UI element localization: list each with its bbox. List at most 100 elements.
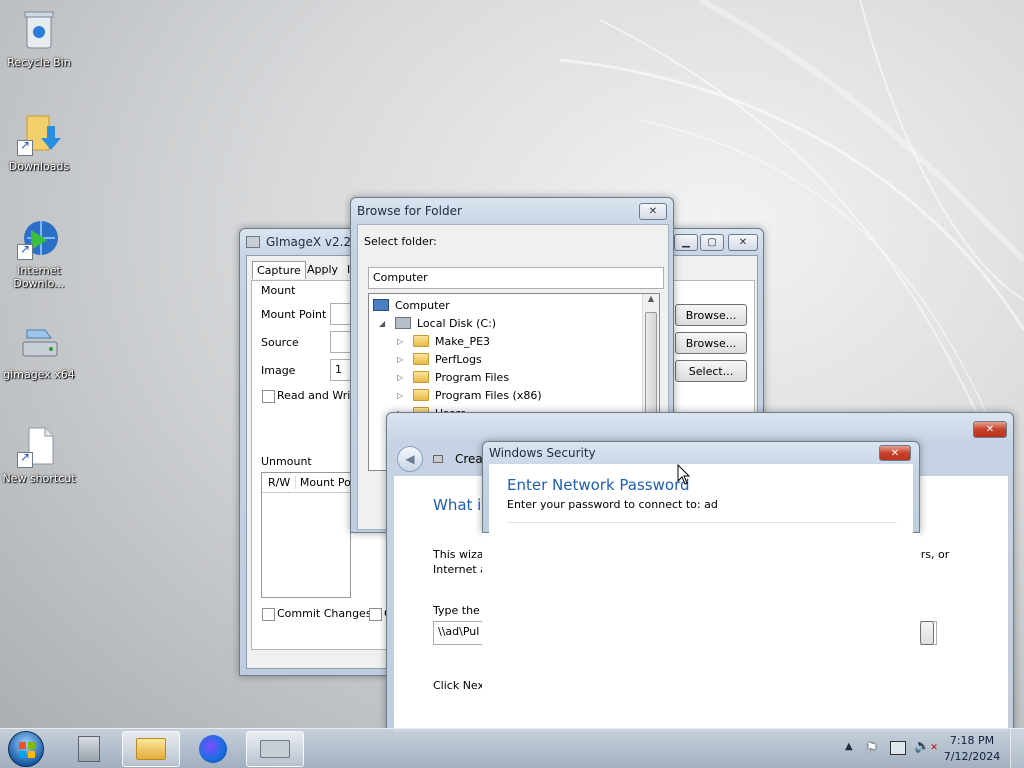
type-the-label: Type the — [433, 604, 480, 617]
column-rw[interactable]: R/W — [262, 476, 296, 489]
desktop-icon-label: gimagex x64 — [3, 368, 75, 381]
security-unrendered-area — [482, 533, 920, 728]
tree-item-label: Program Files — [435, 370, 510, 384]
clock-time: 7:18 PM — [949, 734, 995, 747]
scroll-up-arrow-icon[interactable]: ▲ — [643, 294, 659, 310]
security-heading: Enter Network Password — [507, 476, 690, 494]
dialog-title: Windows Security — [489, 446, 596, 460]
action-center-flag-icon[interactable]: ⚑ — [866, 741, 878, 756]
folder-icon — [413, 371, 429, 383]
security-titlebar[interactable]: Windows Security — [483, 442, 919, 464]
close-icon: ✕ — [890, 447, 900, 459]
window-title: GImageX v2.2.0 — [266, 235, 363, 249]
taskbar-firefox[interactable] — [184, 731, 242, 767]
taskbar-server-manager[interactable] — [60, 731, 118, 767]
wizard-body-line2: Internet a — [433, 563, 487, 576]
start-button[interactable] — [8, 731, 44, 767]
desktop-icon-label: New shortcut — [2, 472, 76, 485]
drive-icon — [395, 317, 411, 329]
folder-path-input[interactable]: Computer — [368, 267, 664, 289]
network-icon[interactable] — [890, 741, 906, 755]
collapsed-arrow-icon[interactable]: ▷ — [397, 391, 407, 400]
shortcut-arrow-icon — [17, 243, 33, 260]
select-image-button[interactable]: Select... — [675, 360, 747, 382]
taskbar: ▲ ⚑ 🔈✕ 7:18 PM 7/12/2024 — [0, 728, 1024, 768]
expanded-arrow-icon[interactable]: ◢ — [379, 319, 389, 328]
image-label: Image — [261, 364, 296, 377]
downloads-folder-icon — [17, 112, 61, 156]
security-body: Enter Network Password Enter your passwo… — [489, 464, 913, 534]
close-button[interactable]: ✕ — [879, 445, 911, 461]
desktop-icon-downloads[interactable]: Downloads — [1, 112, 77, 173]
tree-item-label: PerfLogs — [435, 352, 482, 366]
tab-capture[interactable]: Capture — [252, 261, 306, 279]
close-button[interactable]: ✕ — [973, 421, 1007, 438]
commit-changes-checkbox[interactable] — [262, 608, 275, 621]
taskbar-file-explorer[interactable] — [122, 731, 180, 767]
security-subtext: Enter your password to connect to: ad — [507, 498, 718, 511]
shortcut-arrow-icon — [17, 139, 33, 156]
divider — [507, 522, 897, 523]
tree-item-folder[interactable]: ▷ Make_PE3 — [397, 332, 490, 350]
gimagex-icon — [17, 320, 61, 364]
tree-item-label: Local Disk (C:) — [417, 316, 497, 330]
tree-item-local-disk[interactable]: ◢ Local Disk (C:) — [379, 314, 496, 332]
desktop-icon-recycle-bin[interactable]: Recycle Bin — [1, 8, 77, 69]
computer-icon — [373, 299, 389, 311]
browse-source-button[interactable]: Browse... — [675, 332, 747, 354]
browse-mount-point-button[interactable]: Browse... — [675, 304, 747, 326]
tree-item-label: Computer — [395, 298, 450, 312]
mounted-images-list[interactable]: R/W Mount Poi — [261, 472, 351, 598]
desktop-icon-label: Downloads — [8, 160, 70, 173]
tab-apply[interactable]: Apply — [303, 261, 342, 278]
desktop-icon-gimagex[interactable]: gimagex x64 — [1, 320, 77, 381]
second-checkbox[interactable] — [369, 608, 382, 621]
tree-item-folder[interactable]: ▷ Program Files — [397, 368, 509, 386]
scrollbar-thumb[interactable] — [645, 312, 657, 422]
taskbar-gimagex[interactable] — [246, 731, 304, 767]
read-write-checkbox[interactable] — [262, 390, 275, 403]
browse-folder-titlebar[interactable]: Browse for Folder — [351, 198, 673, 224]
click-next-label: Click Nex — [433, 679, 485, 692]
gimagex-app-icon — [246, 236, 260, 248]
close-icon: ✕ — [985, 424, 995, 435]
tree-item-folder[interactable]: ▷ Program Files (x86) — [397, 386, 542, 404]
windows-security-dialog[interactable]: Windows Security ✕ Enter Network Passwor… — [482, 441, 920, 534]
minimize-button[interactable]: ▁ — [674, 234, 698, 251]
shortcut-arrow-icon — [17, 451, 33, 468]
wizard-question: What it — [433, 496, 488, 514]
folder-icon — [413, 353, 429, 365]
close-button[interactable]: ✕ — [639, 203, 667, 220]
collapsed-arrow-icon[interactable]: ▷ — [397, 373, 407, 382]
desktop-icon-internet-download-manager[interactable]: Internet Downlo... — [1, 216, 77, 290]
dialog-title: Browse for Folder — [357, 204, 462, 218]
windows-logo-icon — [19, 742, 35, 758]
internet-download-manager-icon — [17, 216, 61, 260]
tree-item-label: Make_PE3 — [435, 334, 491, 348]
show-desktop-button[interactable] — [1010, 729, 1024, 768]
volume-muted-icon[interactable]: 🔈✕ — [914, 739, 938, 754]
tree-item-folder[interactable]: ▷ PerfLogs — [397, 350, 482, 368]
clock[interactable]: 7:18 PM 7/12/2024 — [940, 733, 1004, 765]
read-write-label: Read and Write — [277, 389, 362, 402]
desktop-icon-label: Internet Downlo... — [13, 264, 65, 290]
desktop-icon-new-shortcut[interactable]: New shortcut — [1, 424, 77, 485]
show-hidden-icons-chevron-icon[interactable]: ▲ — [845, 741, 853, 752]
blank-document-icon — [17, 424, 61, 468]
close-button[interactable]: ✕ — [728, 234, 758, 251]
source-label: Source — [261, 336, 299, 349]
collapsed-arrow-icon[interactable]: ▷ — [397, 337, 407, 346]
collapsed-arrow-icon[interactable]: ▷ — [397, 355, 407, 364]
select-folder-label: Select folder: — [364, 235, 437, 248]
file-explorer-icon — [136, 738, 166, 760]
back-button[interactable]: ◀ — [397, 446, 423, 472]
maximize-icon: ▢ — [707, 237, 717, 248]
tree-item-computer[interactable]: Computer — [373, 296, 450, 314]
maximize-button[interactable]: ▢ — [700, 234, 724, 251]
network-drive-icon — [433, 455, 443, 463]
column-mount-point[interactable]: Mount Poi — [296, 476, 350, 489]
browse-network-button[interactable] — [920, 621, 934, 645]
folder-icon — [413, 335, 429, 347]
server-manager-icon — [78, 736, 100, 762]
close-icon: ✕ — [738, 237, 748, 248]
